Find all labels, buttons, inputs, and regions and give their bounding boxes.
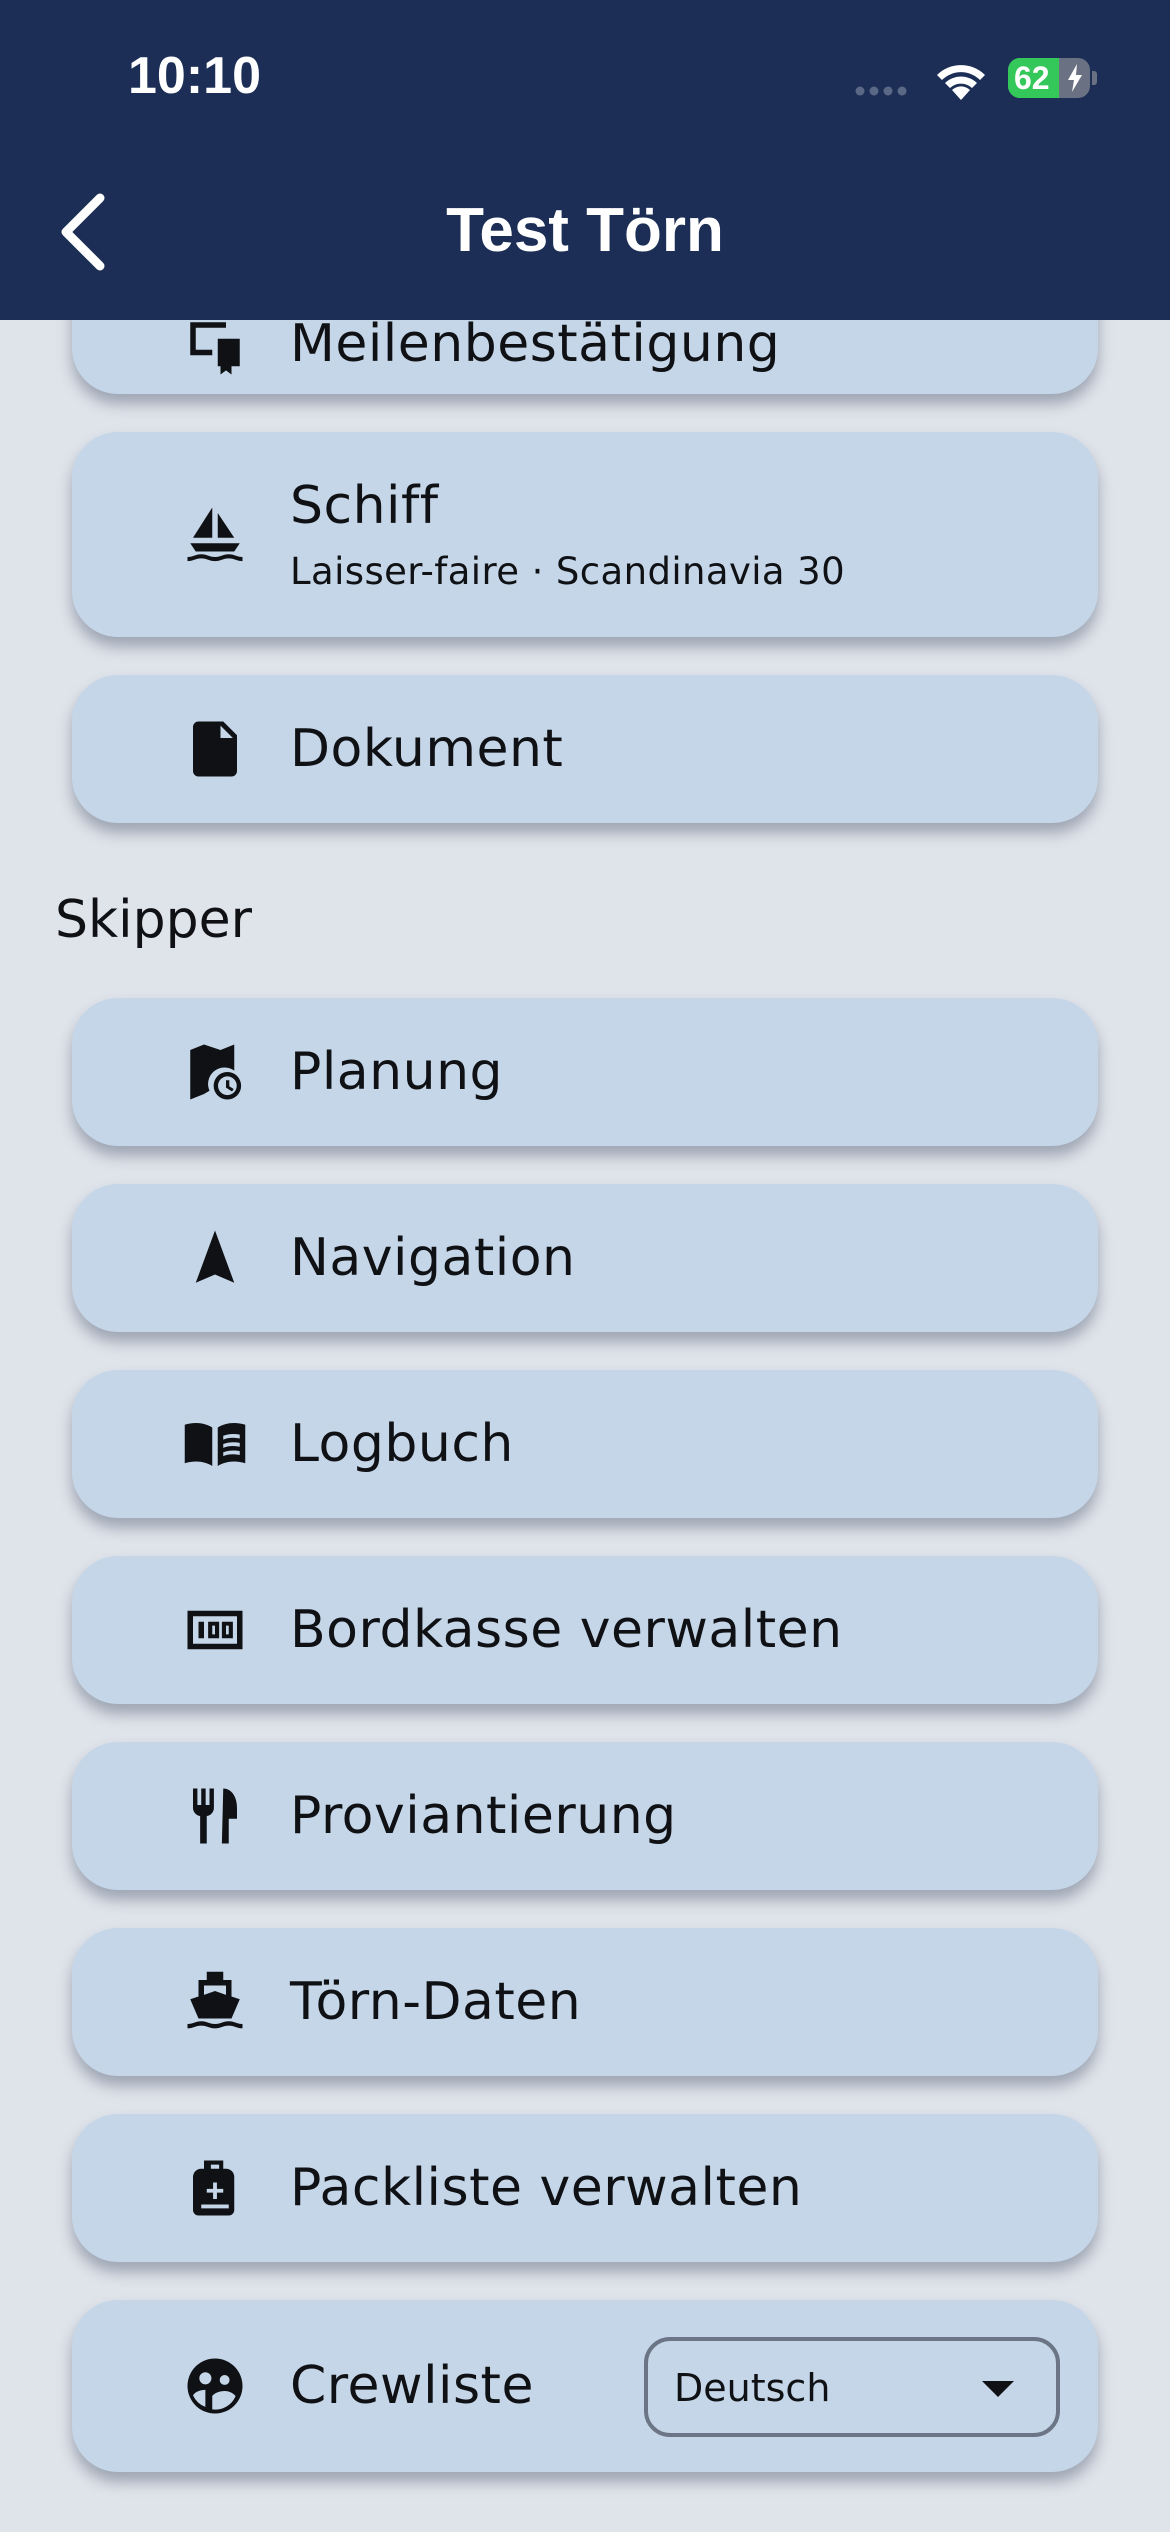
card-title: Törn-Daten bbox=[290, 1972, 582, 2032]
card-title: Logbuch bbox=[290, 1414, 514, 1474]
navigation-arrow-icon bbox=[180, 1223, 250, 1293]
wifi-icon bbox=[937, 65, 985, 100]
language-select[interactable]: Deutsch bbox=[644, 2337, 1060, 2437]
dropdown-arrow-icon bbox=[982, 2381, 1014, 2397]
cellular-signal-icon bbox=[855, 86, 907, 96]
status-time: 10:10 bbox=[128, 47, 261, 105]
card-title: Proviantierung bbox=[290, 1786, 677, 1846]
card-title: Dokument bbox=[290, 719, 564, 779]
crew-icon bbox=[180, 2351, 250, 2421]
language-select-value: Deutsch bbox=[674, 2366, 831, 2410]
card-title: Crewliste bbox=[290, 2356, 534, 2416]
book-icon bbox=[180, 1409, 250, 1479]
app-header: 10:10 62 Test Törn bbox=[0, 0, 1170, 320]
charging-bolt-icon bbox=[1068, 64, 1082, 92]
card-title: Bordkasse verwalten bbox=[290, 1600, 843, 1660]
card-schiff[interactable]: Schiff Laisser-faire · Scandinavia 30 bbox=[72, 432, 1098, 637]
card-navigation[interactable]: Navigation bbox=[72, 1184, 1098, 1332]
card-title: Navigation bbox=[290, 1228, 576, 1288]
card-title: Schiff bbox=[290, 476, 439, 536]
card-subtitle: Laisser-faire · Scandinavia 30 bbox=[290, 550, 846, 593]
battery-indicator: 62 bbox=[1008, 58, 1090, 98]
card-title: Meilenbestätigung bbox=[290, 314, 781, 374]
map-clock-icon bbox=[180, 1037, 250, 1107]
cash-icon bbox=[180, 1595, 250, 1665]
document-icon bbox=[180, 714, 250, 784]
scroll-content[interactable]: Meilenbestätigung Schiff Laisser-faire ·… bbox=[0, 0, 1170, 2532]
certificate-icon bbox=[180, 312, 250, 382]
sailboat-icon bbox=[180, 500, 250, 570]
card-toern-daten[interactable]: Törn-Daten bbox=[72, 1928, 1098, 2076]
card-title: Planung bbox=[290, 1042, 504, 1102]
card-logbuch[interactable]: Logbuch bbox=[72, 1370, 1098, 1518]
page-title: Test Törn bbox=[446, 196, 724, 265]
card-proviantierung[interactable]: Proviantierung bbox=[72, 1742, 1098, 1890]
section-title-skipper: Skipper bbox=[55, 890, 252, 950]
battery-cap bbox=[1092, 71, 1097, 85]
card-title: Packliste verwalten bbox=[290, 2158, 803, 2218]
backpack-icon bbox=[180, 2153, 250, 2223]
card-bordkasse[interactable]: Bordkasse verwalten bbox=[72, 1556, 1098, 1704]
card-planung[interactable]: Planung bbox=[72, 998, 1098, 1146]
cutlery-icon bbox=[180, 1781, 250, 1851]
battery-percent: 62 bbox=[1014, 60, 1050, 96]
ferry-icon bbox=[180, 1967, 250, 2037]
card-dokument[interactable]: Dokument bbox=[72, 675, 1098, 823]
card-packliste[interactable]: Packliste verwalten bbox=[72, 2114, 1098, 2262]
